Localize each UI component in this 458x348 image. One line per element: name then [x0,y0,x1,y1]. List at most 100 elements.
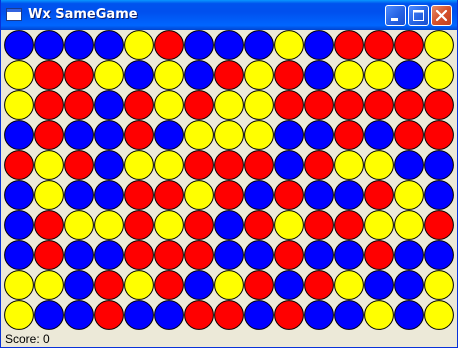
ball-red[interactable] [154,240,184,270]
ball-red[interactable] [64,150,94,180]
ball-yellow[interactable] [334,270,364,300]
ball-blue[interactable] [394,240,424,270]
ball-yellow[interactable] [424,30,454,60]
ball-yellow[interactable] [64,210,94,240]
ball-red[interactable] [424,210,454,240]
ball-red[interactable] [214,150,244,180]
ball-red[interactable] [94,270,124,300]
ball-yellow[interactable] [274,30,304,60]
ball-blue[interactable] [4,120,34,150]
ball-red[interactable] [304,270,334,300]
ball-red[interactable] [214,300,244,330]
ball-yellow[interactable] [4,300,34,330]
ball-red[interactable] [184,150,214,180]
ball-blue[interactable] [64,30,94,60]
ball-red[interactable] [124,180,154,210]
ball-yellow[interactable] [154,60,184,90]
ball-blue[interactable] [214,240,244,270]
ball-yellow[interactable] [154,210,184,240]
ball-yellow[interactable] [214,270,244,300]
ball-blue[interactable] [304,180,334,210]
ball-red[interactable] [244,210,274,240]
ball-red[interactable] [364,90,394,120]
ball-blue[interactable] [214,30,244,60]
ball-blue[interactable] [64,120,94,150]
ball-red[interactable] [334,210,364,240]
ball-red[interactable] [274,300,304,330]
ball-red[interactable] [154,30,184,60]
ball-yellow[interactable] [364,60,394,90]
ball-yellow[interactable] [184,180,214,210]
ball-yellow[interactable] [4,60,34,90]
ball-red[interactable] [394,30,424,60]
ball-blue[interactable] [424,180,454,210]
ball-red[interactable] [214,180,244,210]
ball-blue[interactable] [94,90,124,120]
ball-blue[interactable] [4,30,34,60]
ball-red[interactable] [154,180,184,210]
ball-red[interactable] [214,60,244,90]
ball-red[interactable] [34,240,64,270]
ball-red[interactable] [124,120,154,150]
ball-red[interactable] [124,210,154,240]
ball-yellow[interactable] [274,210,304,240]
ball-red[interactable] [364,30,394,60]
ball-yellow[interactable] [364,300,394,330]
ball-blue[interactable] [424,240,454,270]
ball-red[interactable] [94,300,124,330]
ball-red[interactable] [64,60,94,90]
ball-red[interactable] [274,240,304,270]
ball-blue[interactable] [64,270,94,300]
ball-blue[interactable] [274,150,304,180]
ball-red[interactable] [334,30,364,60]
ball-red[interactable] [34,60,64,90]
ball-blue[interactable] [304,120,334,150]
ball-red[interactable] [394,90,424,120]
ball-grid[interactable] [4,30,456,330]
title-bar[interactable]: Wx SameGame [1,0,457,30]
ball-red[interactable] [304,210,334,240]
ball-red[interactable] [424,120,454,150]
ball-blue[interactable] [214,210,244,240]
ball-red[interactable] [184,90,214,120]
ball-red[interactable] [244,150,274,180]
ball-yellow[interactable] [214,120,244,150]
ball-yellow[interactable] [124,30,154,60]
ball-blue[interactable] [394,300,424,330]
ball-blue[interactable] [244,240,274,270]
ball-yellow[interactable] [334,150,364,180]
ball-blue[interactable] [394,60,424,90]
game-board[interactable] [4,30,456,330]
ball-yellow[interactable] [184,120,214,150]
ball-red[interactable] [304,150,334,180]
ball-yellow[interactable] [334,60,364,90]
ball-blue[interactable] [64,240,94,270]
minimize-button[interactable] [385,5,406,26]
close-button[interactable] [431,5,452,26]
ball-red[interactable] [154,270,184,300]
ball-blue[interactable] [304,240,334,270]
ball-yellow[interactable] [244,120,274,150]
ball-red[interactable] [34,120,64,150]
ball-blue[interactable] [274,270,304,300]
ball-blue[interactable] [94,30,124,60]
ball-blue[interactable] [184,270,214,300]
ball-blue[interactable] [184,60,214,90]
ball-red[interactable] [4,150,34,180]
ball-blue[interactable] [334,240,364,270]
ball-yellow[interactable] [94,60,124,90]
ball-red[interactable] [304,90,334,120]
ball-red[interactable] [364,240,394,270]
ball-yellow[interactable] [424,300,454,330]
ball-blue[interactable] [4,210,34,240]
maximize-button[interactable] [408,5,429,26]
ball-red[interactable] [334,90,364,120]
ball-blue[interactable] [274,120,304,150]
ball-blue[interactable] [94,150,124,180]
ball-red[interactable] [184,240,214,270]
ball-red[interactable] [184,210,214,240]
ball-blue[interactable] [34,300,64,330]
ball-yellow[interactable] [34,180,64,210]
ball-yellow[interactable] [4,270,34,300]
ball-blue[interactable] [124,300,154,330]
